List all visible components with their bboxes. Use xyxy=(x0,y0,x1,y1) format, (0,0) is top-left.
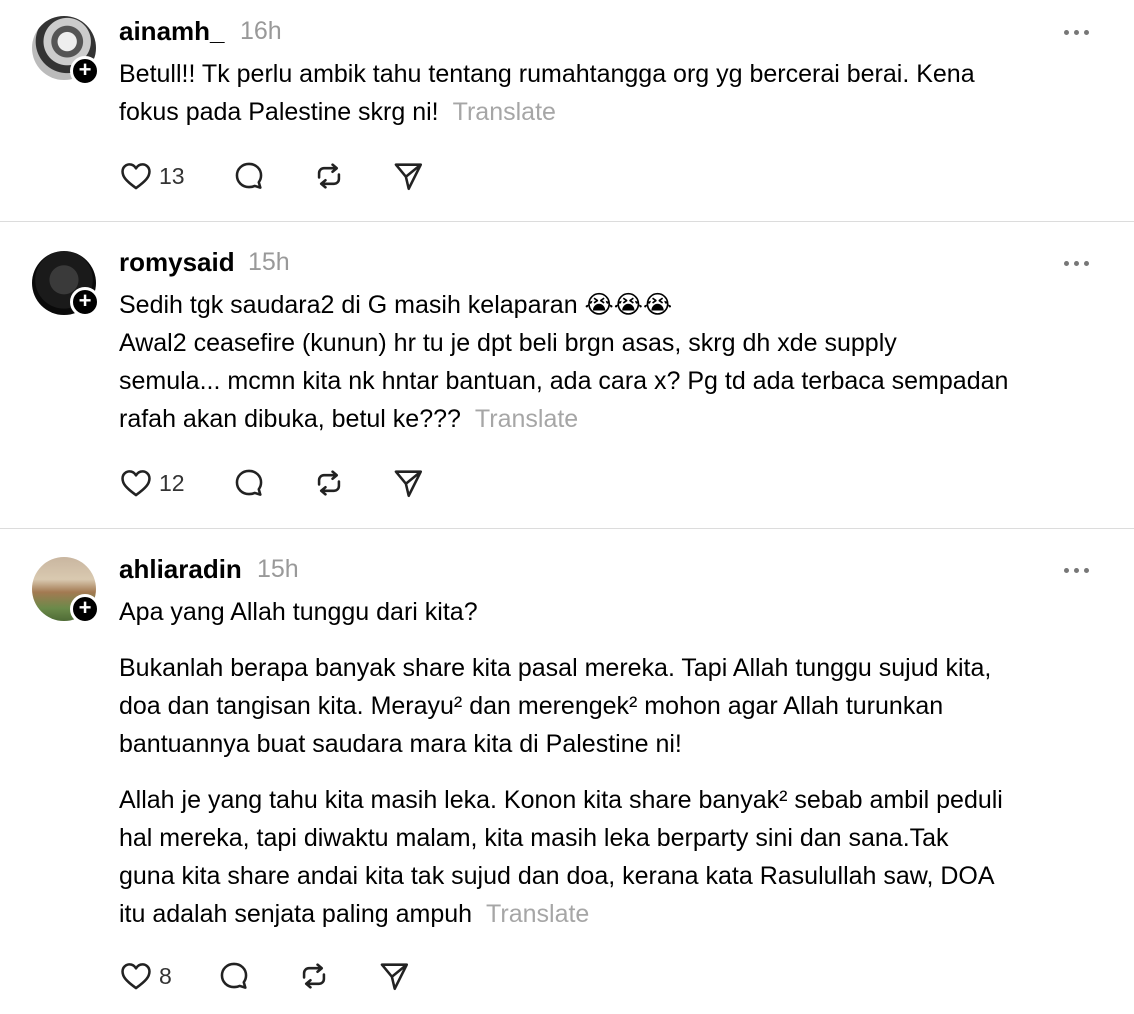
comment-text: Betull!! Tk perlu ambik tahu tentang rum… xyxy=(119,55,1109,131)
like-button[interactable]: 12 xyxy=(119,465,185,501)
translate-link[interactable]: Translate xyxy=(486,900,589,928)
repost-button[interactable] xyxy=(312,465,346,501)
text-line: fokus pada Palestine skrg ni! xyxy=(119,98,439,126)
comment-bubble-icon xyxy=(235,469,263,496)
text-line: guna kita share andai kita tak sujud dan… xyxy=(119,862,995,890)
repost-button[interactable] xyxy=(312,158,346,194)
follow-plus-icon[interactable]: + xyxy=(70,56,100,86)
more-options-icon[interactable] xyxy=(1064,566,1092,576)
translate-link[interactable]: Translate xyxy=(475,405,578,433)
timestamp: 16h xyxy=(240,17,282,45)
action-bar: 12 xyxy=(119,465,519,501)
reply-button[interactable] xyxy=(232,158,266,194)
username[interactable]: ainamh_ xyxy=(119,16,225,47)
text-line: hal mereka, tapi diwaktu malam, kita mas… xyxy=(119,824,949,852)
timestamp: 15h xyxy=(248,248,290,276)
like-button[interactable]: 13 xyxy=(119,158,185,194)
action-bar: 8 xyxy=(119,958,519,994)
repost-icon xyxy=(317,163,341,189)
like-count: 12 xyxy=(159,469,185,496)
heart-icon xyxy=(121,163,151,190)
repost-icon xyxy=(302,963,326,989)
text-line: Awal2 ceasefire (kunun) hr tu je dpt bel… xyxy=(119,329,897,357)
repost-icon xyxy=(317,470,341,496)
follow-plus-icon[interactable]: + xyxy=(70,594,100,624)
text-line: Allah je yang tahu kita masih leka. Kono… xyxy=(119,786,1003,814)
text-line: bantuannya buat saudara mara kita di Pal… xyxy=(119,730,682,758)
more-options-icon[interactable] xyxy=(1064,259,1092,269)
timestamp: 15h xyxy=(257,555,299,583)
text-line: Betull!! Tk perlu ambik tahu tentang rum… xyxy=(119,60,975,88)
text-line: itu adalah senjata paling ampuh xyxy=(119,900,473,928)
send-icon xyxy=(394,163,423,191)
text-line: semula... mcmn kita nk hntar bantuan, ad… xyxy=(119,367,1009,395)
divider xyxy=(0,528,1134,529)
text-line: Sedih tgk saudara2 di G masih kelaparan … xyxy=(119,291,673,319)
text-line: rafah akan dibuka, betul ke??? xyxy=(119,405,461,433)
text-line: Bukanlah berapa banyak share kita pasal … xyxy=(119,654,992,682)
comment-bubble-icon xyxy=(220,962,248,989)
action-bar: 13 xyxy=(119,158,519,194)
comment-bubble-icon xyxy=(235,162,263,189)
send-icon xyxy=(394,470,423,498)
comment-text: Sedih tgk saudara2 di G masih kelaparan … xyxy=(119,286,1109,438)
repost-button[interactable] xyxy=(297,958,331,994)
more-options-icon[interactable] xyxy=(1064,28,1092,38)
share-button[interactable] xyxy=(391,158,425,194)
reply-button[interactable] xyxy=(217,958,251,994)
share-button[interactable] xyxy=(377,958,411,994)
like-count: 13 xyxy=(159,162,185,189)
text-line: doa dan tangisan kita. Merayu² dan meren… xyxy=(119,692,944,720)
like-count: 8 xyxy=(159,962,172,989)
heart-icon xyxy=(121,470,151,497)
heart-icon xyxy=(121,963,151,990)
send-icon xyxy=(380,963,409,991)
share-button[interactable] xyxy=(391,465,425,501)
reply-button[interactable] xyxy=(232,465,266,501)
translate-link[interactable]: Translate xyxy=(453,98,556,126)
text-line: Apa yang Allah tunggu dari kita? xyxy=(119,598,478,626)
comment-text: Apa yang Allah tunggu dari kita? Bukanla… xyxy=(119,593,1109,933)
follow-plus-icon[interactable]: + xyxy=(70,287,100,317)
like-button[interactable]: 8 xyxy=(119,958,172,994)
divider xyxy=(0,221,1134,222)
username[interactable]: ahliaradin xyxy=(119,554,242,585)
username[interactable]: romysaid xyxy=(119,247,235,278)
